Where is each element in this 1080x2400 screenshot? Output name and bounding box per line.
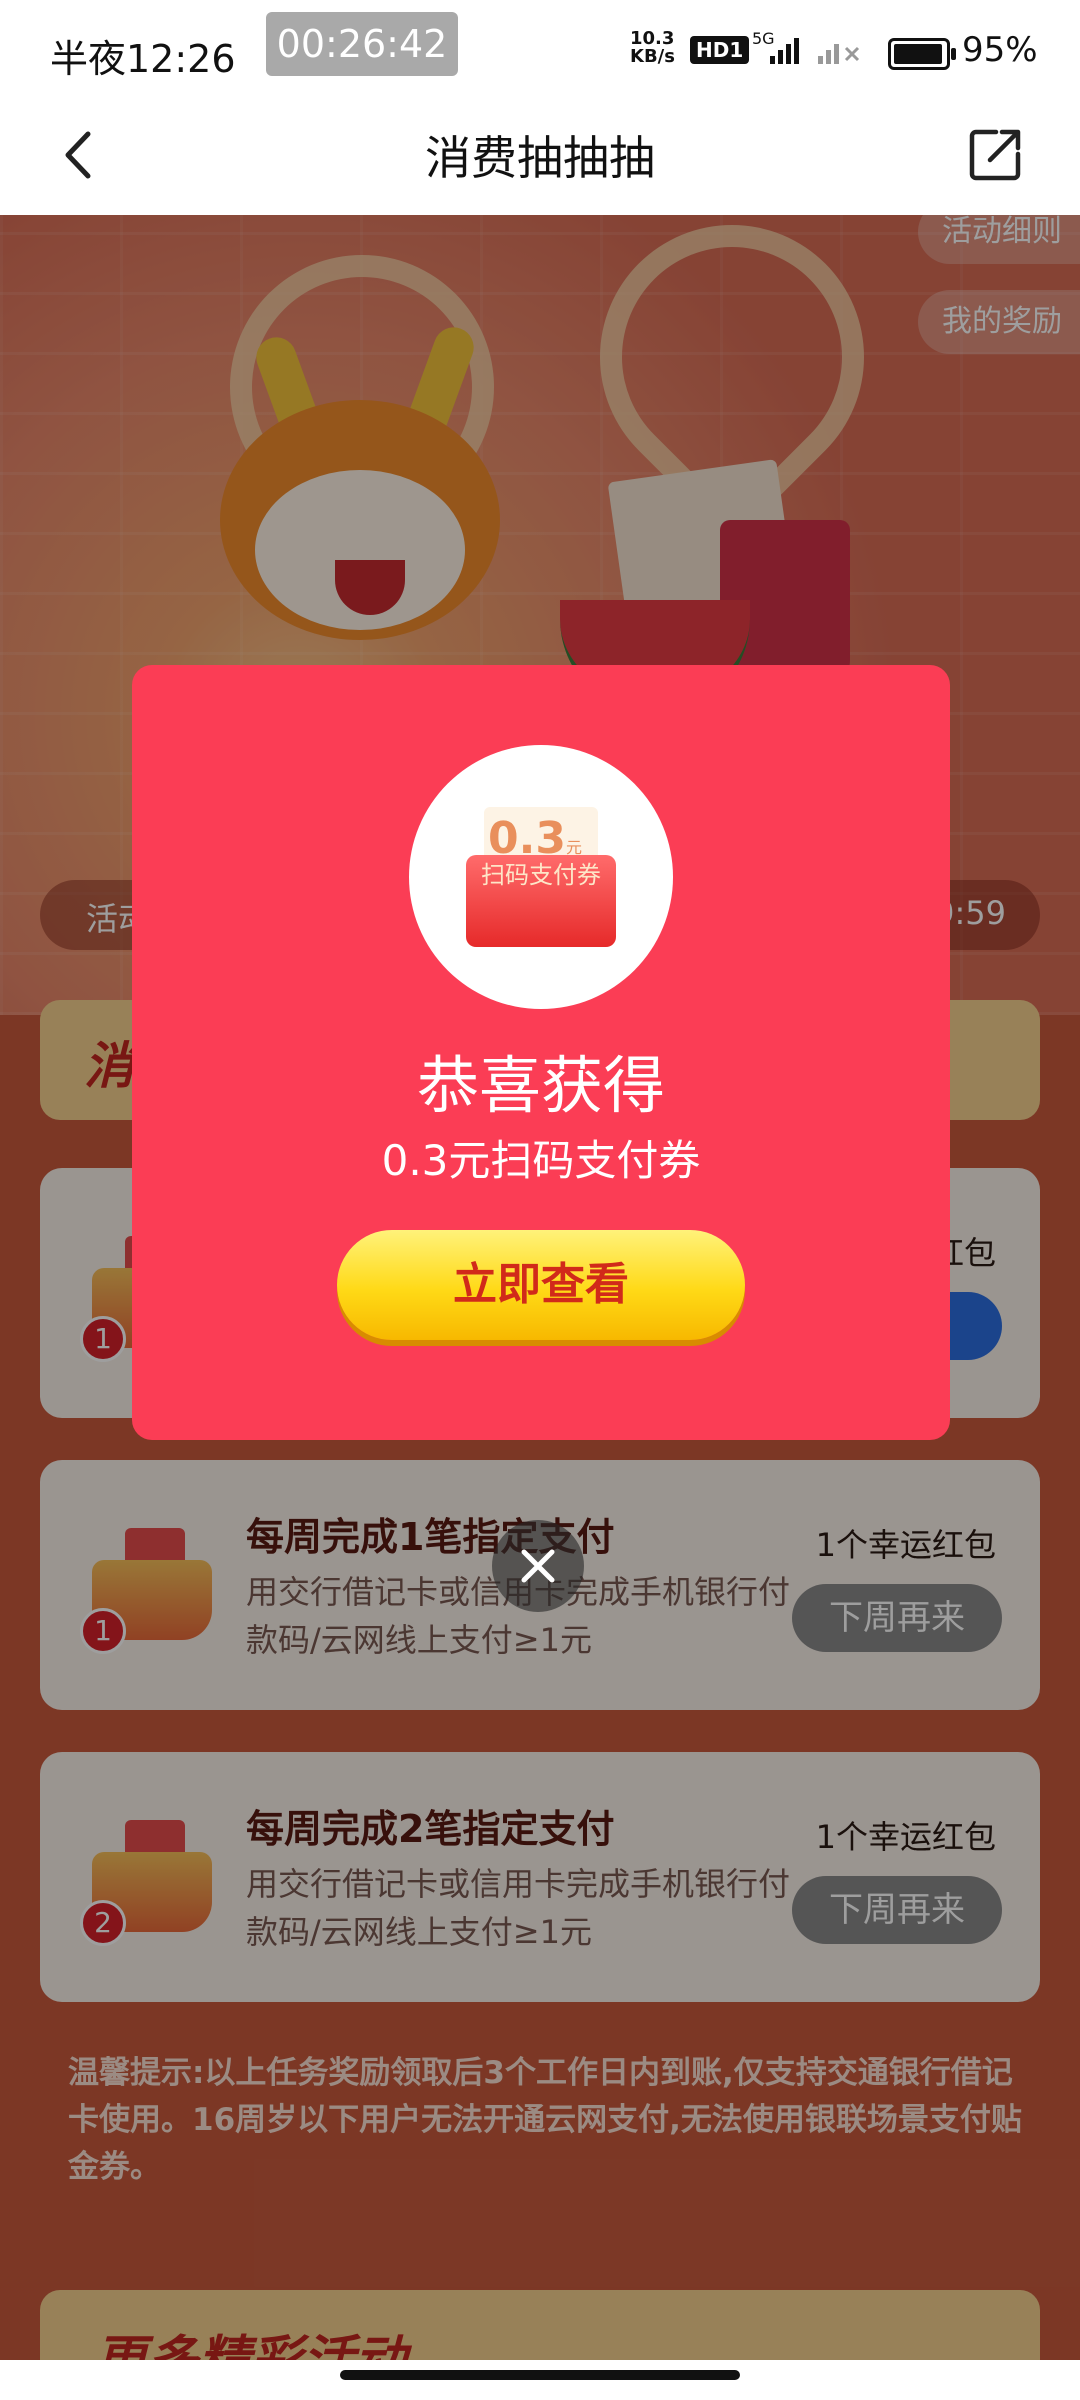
- reward-modal: 0.3元 扫码支付券 恭喜获得 0.3元扫码支付券 立即查看: [132, 665, 950, 1440]
- share-icon[interactable]: [966, 124, 1026, 184]
- modal-heading: 恭喜获得: [416, 1049, 665, 1122]
- coupon-icon-circle: 0.3元 扫码支付券: [409, 745, 673, 1009]
- network-speed-unit: KB/s: [630, 46, 675, 67]
- page-title: 消费抽抽抽: [425, 131, 655, 185]
- network-speed: 10.3 KB/s: [630, 30, 675, 66]
- screen-recording-timer: 00:26:42: [266, 12, 458, 76]
- nav-bar: 消费抽抽抽: [0, 100, 1080, 215]
- coupon-icon: 0.3元 扫码支付券: [466, 807, 616, 947]
- view-now-button[interactable]: 立即查看: [337, 1230, 745, 1340]
- coupon-label: 扫码支付券: [481, 861, 601, 889]
- status-time: 半夜12:26: [50, 37, 236, 81]
- network-type: 5G: [752, 30, 775, 48]
- close-modal-button[interactable]: [492, 1520, 584, 1612]
- home-indicator[interactable]: [340, 2370, 740, 2380]
- status-bar: 半夜12:26 00:26:42 10.3 KB/s HD1 5G 95%: [0, 0, 1080, 100]
- gesture-bar-area: [0, 2360, 1080, 2400]
- battery-icon: [888, 38, 956, 70]
- battery-percent: 95%: [962, 30, 1038, 70]
- signal-icon: 5G: [752, 30, 860, 64]
- close-icon: [521, 1549, 555, 1583]
- modal-subheading: 0.3元扫码支付券: [381, 1136, 701, 1185]
- hd-badge: HD1: [690, 36, 750, 64]
